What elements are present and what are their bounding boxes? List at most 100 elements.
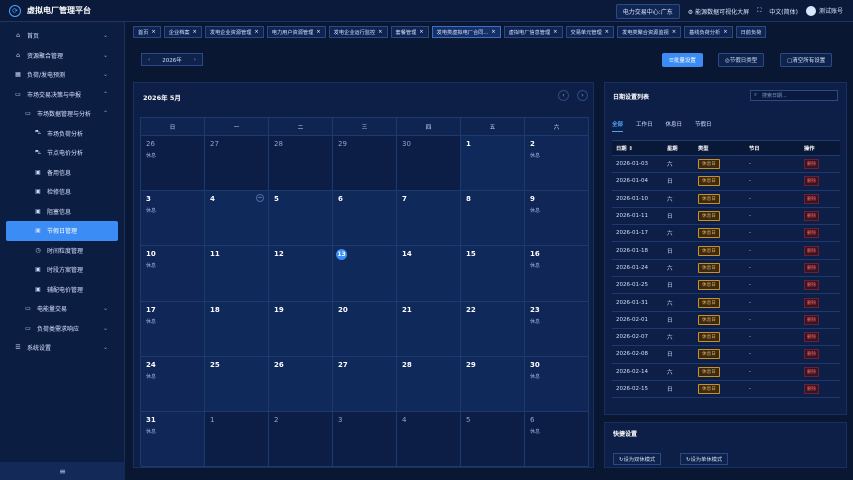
calendar-day-cell[interactable]: 1: [205, 411, 269, 468]
calendar-day-cell[interactable]: 7: [397, 191, 461, 247]
delete-button[interactable]: 删除: [804, 176, 819, 187]
calendar-day-cell[interactable]: 10 休息: [141, 246, 205, 302]
tab-1[interactable]: 企业档案 ×: [163, 26, 202, 38]
tab-9[interactable]: 发电类聚合资源监视 ×: [617, 26, 682, 38]
next-month-button[interactable]: ›: [577, 90, 588, 101]
calendar-day-cell[interactable]: 25: [205, 356, 269, 412]
calendar-day-cell[interactable]: 22: [461, 301, 525, 357]
calendar-day-cell[interactable]: 28: [397, 356, 461, 412]
next-year-button[interactable]: ›: [188, 57, 202, 63]
delete-button[interactable]: 删除: [804, 245, 819, 256]
calendar-day-cell[interactable]: 2 休息: [525, 136, 589, 192]
tab-4[interactable]: 发电企业运行监控 ×: [328, 26, 388, 38]
tab-6[interactable]: 发电类虚拟电厂合同... ×: [431, 26, 501, 38]
sidebar-item-7[interactable]: ▣ 备用信息: [0, 163, 124, 183]
tab-11[interactable]: 日前负荷: [735, 26, 767, 38]
delete-button[interactable]: 删除: [804, 366, 819, 377]
tab-7[interactable]: 虚拟电厂信息管理 ×: [503, 26, 563, 38]
calendar-day-cell[interactable]: 6 休息: [525, 411, 589, 468]
calendar-day-cell[interactable]: 3 休息: [141, 191, 205, 247]
sidebar-item-9[interactable]: ▣ 阻塞信息: [0, 202, 124, 222]
calendar-day-cell[interactable]: 27: [333, 356, 397, 412]
calendar-day-cell[interactable]: 15: [461, 246, 525, 302]
sidebar-item-5[interactable]: ⛍ 市场负荷分析: [0, 124, 124, 144]
delete-button[interactable]: 删除: [804, 384, 819, 394]
calendar-day-cell[interactable]: 3: [333, 411, 397, 468]
calendar-day-cell[interactable]: 31 休息: [141, 411, 205, 468]
calendar-day-cell[interactable]: 24 休息: [141, 356, 205, 412]
calendar-day-cell[interactable]: 29: [333, 136, 397, 192]
close-icon[interactable]: ×: [254, 29, 258, 35]
calendar-day-cell[interactable]: 4−: [205, 191, 269, 247]
remove-icon[interactable]: −: [256, 194, 264, 203]
calendar-day-cell[interactable]: 5: [461, 411, 525, 468]
calendar-day-cell[interactable]: 19: [269, 301, 333, 357]
clear-all-button[interactable]: ▢清空所有设置: [780, 53, 833, 67]
sidebar-item-15[interactable]: ▭ 负荷类需求响应 ⌄: [0, 319, 124, 339]
calendar-day-cell[interactable]: 26 休息: [141, 136, 205, 192]
calendar-day-cell[interactable]: 21: [397, 301, 461, 357]
one-day-weekend-button[interactable]: ↻设为单休模式: [680, 453, 729, 465]
fullscreen-icon[interactable]: ⛶: [757, 7, 761, 15]
calendar-day-cell[interactable]: 5: [269, 191, 333, 247]
calendar-day-cell[interactable]: 30 休息: [525, 356, 589, 412]
holiday-type-button[interactable]: ◎节假日类型: [718, 53, 765, 67]
sidebar-collapse-button[interactable]: ≡: [0, 462, 125, 480]
close-icon[interactable]: ×: [553, 29, 557, 35]
close-icon[interactable]: ×: [672, 29, 676, 35]
close-icon[interactable]: ×: [491, 29, 495, 35]
delete-button[interactable]: 删除: [804, 228, 819, 239]
close-icon[interactable]: ×: [378, 29, 382, 35]
calendar-day-cell[interactable]: 28: [269, 136, 333, 192]
calendar-day-cell[interactable]: 30: [397, 136, 461, 192]
column-header[interactable]: 日期 ⇕: [612, 144, 663, 152]
calendar-day-cell[interactable]: 9 休息: [525, 191, 589, 247]
calendar-day-cell[interactable]: 12: [269, 246, 333, 302]
tab-0[interactable]: 首页 ×: [133, 26, 161, 38]
tab-2[interactable]: 发电企业资源管理 ×: [204, 26, 264, 38]
sidebar-item-3[interactable]: ▭ 市场交易决策与申报 ⌃: [0, 85, 124, 105]
sidebar-item-14[interactable]: ▭ 电能量交易 ⌄: [0, 299, 124, 319]
calendar-day-cell[interactable]: 11: [205, 246, 269, 302]
tab-10[interactable]: 基线负荷分析 ×: [684, 26, 733, 38]
calendar-day-cell[interactable]: 2: [269, 411, 333, 468]
delete-button[interactable]: 删除: [804, 332, 819, 343]
delete-button[interactable]: 删除: [804, 211, 819, 222]
tab-5[interactable]: 套餐管理 ×: [390, 26, 429, 38]
calendar-day-cell[interactable]: 8: [461, 191, 525, 247]
calendar-day-cell[interactable]: 18: [205, 301, 269, 357]
close-icon[interactable]: ×: [605, 29, 609, 35]
close-icon[interactable]: ×: [419, 29, 423, 35]
calendar-day-cell[interactable]: 13: [333, 246, 397, 302]
sidebar-item-12[interactable]: ▣ 时段方案管理: [0, 260, 124, 280]
delete-button[interactable]: 删除: [804, 159, 819, 170]
calendar-day-cell[interactable]: 23 休息: [525, 301, 589, 357]
delete-button[interactable]: 删除: [804, 349, 819, 360]
tab-8[interactable]: 交易单元管理 ×: [565, 26, 614, 38]
energy-dashboard-link[interactable]: ⚙ 能源数据可视化大屏: [688, 7, 749, 16]
prev-year-button[interactable]: ‹: [142, 57, 156, 63]
calendar-day-cell[interactable]: 16 休息: [525, 246, 589, 302]
sidebar-item-1[interactable]: ⌂ 资源聚合管理 ⌄: [0, 46, 124, 66]
close-icon[interactable]: ×: [723, 29, 727, 35]
sidebar-item-0[interactable]: ⌂ 首页 ⌄: [0, 26, 124, 46]
date-search-input[interactable]: ⌕ 搜索日期...: [750, 90, 838, 101]
delete-button[interactable]: 删除: [804, 314, 819, 325]
calendar-day-cell[interactable]: 27: [205, 136, 269, 192]
calendar-day-cell[interactable]: 14: [397, 246, 461, 302]
sidebar-item-2[interactable]: ▦ 负荷/发电预测 ⌄: [0, 65, 124, 85]
tab-3[interactable]: 电力用户资源管理 ×: [266, 26, 326, 38]
calendar-day-cell[interactable]: 26: [269, 356, 333, 412]
delete-button[interactable]: 删除: [804, 280, 819, 291]
sidebar-item-6[interactable]: ⛍ 节点电价分析: [0, 143, 124, 163]
sidebar-item-13[interactable]: ▣ 辅配电价管理: [0, 280, 124, 300]
batch-settings-button[interactable]: ☰批量设置: [662, 53, 703, 67]
two-day-weekend-button[interactable]: ↻设为双休模式: [613, 453, 662, 465]
calendar-day-cell[interactable]: 4: [397, 411, 461, 468]
sidebar-item-11[interactable]: ◷ 时间粒度管理: [0, 241, 124, 261]
close-icon[interactable]: ×: [316, 29, 320, 35]
trading-center-selector[interactable]: 电力交易中心:广东: [615, 3, 680, 19]
user-menu[interactable]: 测试账号: [805, 6, 843, 17]
sidebar-item-16[interactable]: ☰ 系统设置 ⌄: [0, 338, 124, 358]
list-tab-0[interactable]: 全部: [612, 120, 624, 132]
